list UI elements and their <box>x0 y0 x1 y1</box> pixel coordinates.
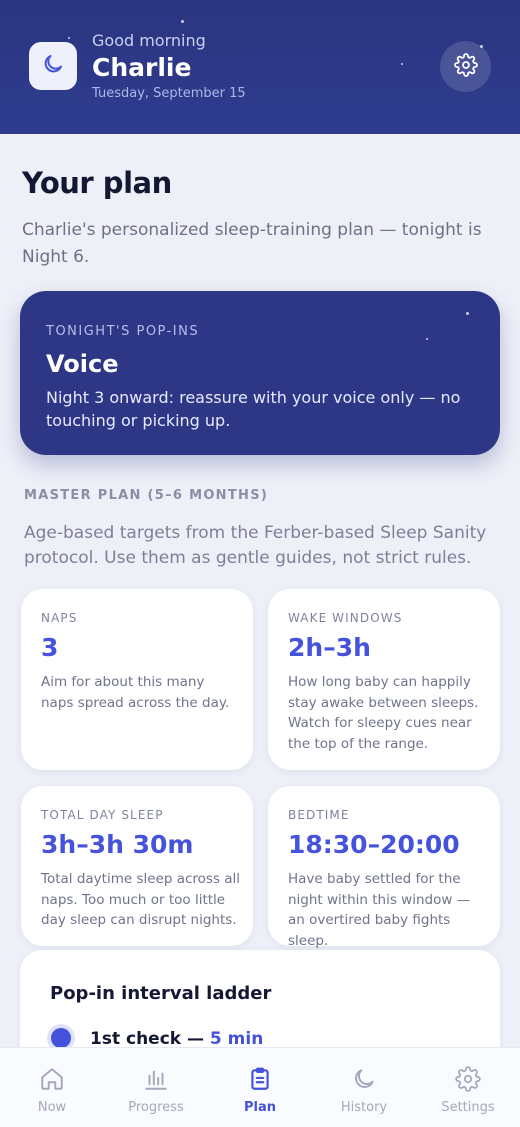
nav-item-progress[interactable]: Progress <box>104 1048 208 1127</box>
master-plan-heading: MASTER PLAN (5–6 MONTHS) <box>24 488 269 503</box>
ladder-step-label: 1st check — <box>90 1029 210 1049</box>
nav-label: Settings <box>441 1100 495 1115</box>
stat-description: How long baby can happily stay awake bet… <box>288 674 479 752</box>
nav-label: History <box>340 1100 388 1115</box>
nav-item-settings[interactable]: Settings <box>416 1048 520 1127</box>
tonight-label: TONIGHT'S POP-INS <box>46 324 200 339</box>
nav-label: Plan <box>243 1100 276 1115</box>
stat-label: TOTAL DAY SLEEP <box>41 808 164 822</box>
stat-description: Have baby settled for the night within t… <box>288 871 471 949</box>
app-header: Good morning Charlie Tuesday, September … <box>0 0 520 134</box>
ladder-step-dot <box>51 1028 71 1048</box>
stat-value: 18:30–20:00 <box>288 830 460 859</box>
gear-icon <box>453 52 478 81</box>
ladder-step-interval: 5 min <box>209 1029 264 1049</box>
user-name: Charlie <box>92 53 192 82</box>
stat-card-naps: NAPS 3 Aim for about this many naps spre… <box>21 589 253 770</box>
nav-item-now[interactable]: Now <box>0 1048 104 1127</box>
home-icon <box>38 1065 66 1093</box>
current-date: Tuesday, September 15 <box>92 86 246 101</box>
app-logo-badge <box>29 42 77 90</box>
tonight-method: Voice <box>46 350 119 378</box>
ladder-title: Pop-in interval ladder <box>50 983 272 1004</box>
bar-chart-icon <box>142 1065 170 1093</box>
moon-icon <box>350 1065 378 1093</box>
header-star <box>181 20 184 23</box>
stat-card-bedtime: BEDTIME 18:30–20:00 Have baby settled fo… <box>268 786 500 949</box>
card-star <box>466 312 469 315</box>
gear-icon <box>454 1065 482 1093</box>
header-star <box>401 63 403 65</box>
bottom-nav: Now Progress Plan History Settings <box>0 1047 520 1127</box>
stat-description: Total daytime sleep across all naps. Too… <box>41 871 241 928</box>
tonight-description: Night 3 onward: reassure with your voice… <box>46 388 461 430</box>
stat-label: BEDTIME <box>288 808 350 822</box>
card-star <box>426 338 428 340</box>
ladder-step: 1st check — 5 min <box>90 1029 263 1049</box>
tonight-popins-card[interactable]: TONIGHT'S POP-INS Voice Night 3 onward: … <box>20 291 500 455</box>
stat-card-wake-windows: WAKE WINDOWS 2h–3h How long baby can hap… <box>268 589 500 770</box>
stat-description: Aim for about this many naps spread acro… <box>41 674 230 711</box>
nav-item-plan[interactable]: Plan <box>208 1048 312 1127</box>
stat-value: 3h–3h 30m <box>41 830 194 859</box>
greeting-text: Good morning <box>92 31 206 50</box>
page-title: Your plan <box>22 166 172 200</box>
nav-label: Progress <box>128 1100 184 1115</box>
nav-label: Now <box>37 1100 67 1115</box>
stat-value: 2h–3h <box>288 633 371 662</box>
settings-button[interactable] <box>440 41 491 92</box>
master-plan-description: Age-based targets from the Ferber-based … <box>24 523 487 568</box>
stat-card-total-day-sleep: TOTAL DAY SLEEP 3h–3h 30m Total daytime … <box>21 786 253 946</box>
clipboard-icon <box>246 1065 274 1093</box>
stat-label: NAPS <box>41 611 78 625</box>
stat-value: 3 <box>41 633 59 662</box>
page-subtitle: Charlie's personalized sleep-training pl… <box>22 220 482 267</box>
moon-icon <box>41 52 65 80</box>
header-star <box>68 37 70 39</box>
nav-item-history[interactable]: History <box>312 1048 416 1127</box>
stat-label: WAKE WINDOWS <box>288 611 403 625</box>
